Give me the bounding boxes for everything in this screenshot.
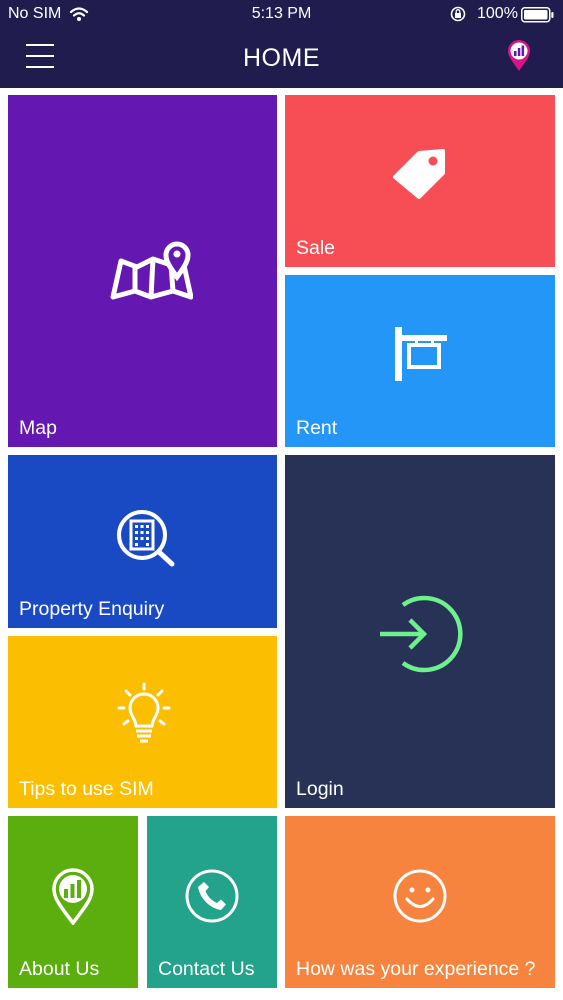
- tile-label: Tips to use SIM: [19, 778, 154, 800]
- login-icon: [378, 591, 464, 682]
- location-chart-icon: [51, 867, 95, 930]
- app-logo-button[interactable]: [505, 40, 533, 74]
- tile-label: Sale: [296, 237, 336, 259]
- app-header: No SIM 5:13 PM 100% HOME: [0, 0, 563, 88]
- building-search-icon: [114, 507, 178, 572]
- lightbulb-icon: [116, 682, 172, 749]
- tile-label: About Us: [19, 958, 100, 980]
- map-pin-icon: [109, 239, 194, 308]
- tile-label: Login: [296, 778, 344, 800]
- battery-icon: [521, 7, 555, 28]
- orientation-lock-icon: [449, 5, 467, 28]
- tile-label: Rent: [296, 417, 338, 439]
- tile-label: Property Enquiry: [19, 598, 165, 620]
- tile-label: Map: [19, 417, 57, 439]
- tile-label: How was your experience ?: [296, 958, 536, 980]
- battery-percent: 100%: [477, 5, 518, 22]
- tile-property-enquiry[interactable]: Property Enquiry: [8, 455, 277, 628]
- location-chart-icon: [508, 40, 530, 71]
- tile-rent[interactable]: Rent: [285, 275, 555, 447]
- signpost-icon: [391, 325, 449, 388]
- page-title: HOME: [243, 44, 320, 72]
- nav-bar: HOME: [0, 30, 563, 88]
- tile-tips[interactable]: Tips to use SIM: [8, 636, 277, 808]
- tile-about-us[interactable]: About Us: [8, 816, 138, 988]
- tile-feedback[interactable]: How was your experience ?: [285, 816, 555, 988]
- tile-login[interactable]: Login: [285, 455, 555, 808]
- tile-contact-us[interactable]: Contact Us: [147, 816, 277, 988]
- smiley-icon: [392, 868, 448, 929]
- tile-label: Contact Us: [158, 958, 255, 980]
- price-tag-icon: [391, 147, 449, 206]
- tile-sale[interactable]: Sale: [285, 95, 555, 267]
- phone-icon: [184, 868, 240, 929]
- tile-map[interactable]: Map: [8, 95, 277, 447]
- status-bar: No SIM 5:13 PM 100%: [0, 0, 563, 30]
